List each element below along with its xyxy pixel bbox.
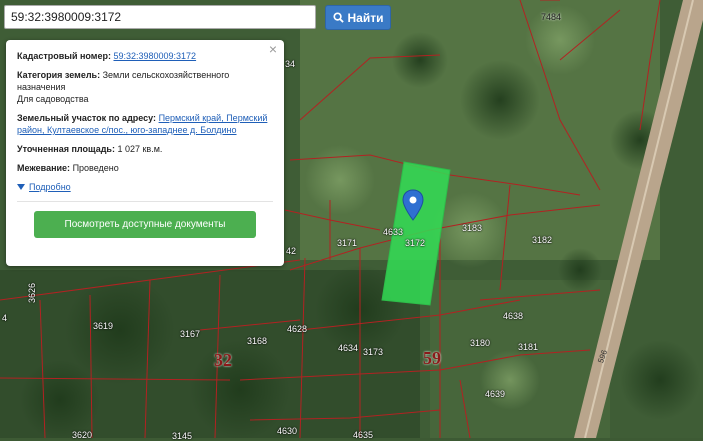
category-label: Категория земель:	[17, 70, 101, 80]
parcel-number: 3182	[532, 235, 553, 245]
cadastral-link[interactable]: 59:32:3980009:3172	[113, 51, 196, 61]
address-label: Земельный участок по адресу:	[17, 113, 157, 123]
parcel-number: 4	[2, 313, 8, 323]
parcel-number: 3171	[337, 238, 358, 248]
parcel-number: 4638	[503, 311, 524, 321]
search-button-label: Найти	[347, 10, 384, 25]
cadastral-label: Кадастровый номер:	[17, 51, 111, 61]
block-number: 32	[214, 350, 232, 370]
parcel-number: 3183	[462, 223, 483, 233]
survey-label: Межевание:	[17, 163, 71, 173]
parcel-number: 4633	[383, 227, 404, 237]
parcel-number: 3168	[247, 336, 268, 346]
address-row: Земельный участок по адресу: Пермский кр…	[17, 112, 273, 136]
category-subvalue: Для садоводства	[17, 94, 89, 104]
parcel-number: 3173	[363, 347, 384, 357]
search-button[interactable]: Найти	[325, 5, 391, 30]
view-documents-button[interactable]: Посмотреть доступные документы	[34, 211, 256, 238]
area-label: Уточненная площадь:	[17, 144, 115, 154]
area-row: Уточненная площадь: 1 027 кв.м.	[17, 143, 273, 155]
parcel-number: 3172	[405, 238, 426, 248]
block-number: 59	[423, 348, 441, 368]
details-toggle[interactable]: Подробно	[17, 181, 273, 193]
parcel-info-popup: × Кадастровый номер: 59:32:3980009:3172 …	[6, 40, 284, 266]
parcel-number: 3167	[180, 329, 201, 339]
parcel-number: 4630	[277, 426, 298, 436]
details-link[interactable]: Подробно	[29, 181, 71, 193]
search-input[interactable]	[4, 5, 316, 29]
cadastral-row: Кадастровый номер: 59:32:3980009:3172	[17, 50, 273, 62]
parcel-number: 3619	[93, 321, 114, 331]
parcel-number: 4628	[287, 324, 308, 334]
close-icon[interactable]: ×	[269, 42, 277, 56]
survey-value: Проведено	[72, 163, 119, 173]
parcel-number: 3180	[470, 338, 491, 348]
divider	[17, 201, 273, 202]
parcel-number: 4639	[485, 389, 506, 399]
parcel-number: 4634	[338, 343, 359, 353]
parcel-number: 3626	[27, 282, 38, 304]
caret-down-icon	[17, 184, 25, 190]
parcel-number: 3181	[518, 342, 539, 352]
parcel-number: 4635	[353, 430, 374, 440]
area-value: 1 027 кв.м.	[117, 144, 163, 154]
parcel-number: 42	[286, 246, 297, 256]
category-row: Категория земель: Земли сельскохозяйстве…	[17, 69, 273, 105]
search-icon	[332, 12, 344, 23]
survey-row: Межевание: Проведено	[17, 162, 273, 174]
parcel-number: 34	[285, 59, 296, 69]
parcel-number: 3620	[72, 430, 93, 440]
parcel-number: 3145	[172, 431, 193, 441]
parcel-number: 7484	[541, 12, 562, 22]
